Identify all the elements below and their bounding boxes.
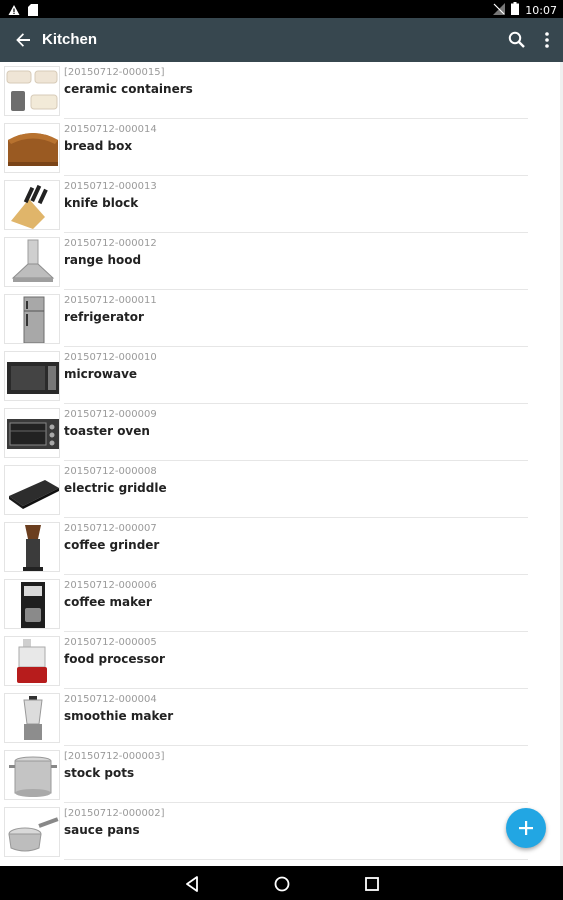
item-name: stock pots: [64, 766, 135, 780]
microwave-thumbnail: [4, 351, 60, 401]
list-item[interactable]: 20150712-000012 range hood: [0, 233, 563, 290]
recents-square-icon[interactable]: [363, 875, 381, 893]
item-code: [20150712-000015]: [64, 67, 165, 78]
list-item[interactable]: 20150712-000008 electric griddle: [0, 461, 563, 518]
item-code: 20150712-000010: [64, 352, 157, 363]
item-name: range hood: [64, 253, 142, 267]
coffee-maker-thumbnail: [4, 579, 60, 629]
back-triangle-icon[interactable]: [183, 875, 201, 893]
item-code: 20150712-000013: [64, 181, 157, 192]
electric-griddle-thumbnail: [4, 465, 60, 515]
bread-box-thumbnail: [4, 123, 60, 173]
smoothie-maker-thumbnail: [4, 693, 60, 743]
item-code: 20150712-000014: [64, 124, 157, 135]
add-item-button[interactable]: [506, 808, 546, 848]
plus-icon: [519, 821, 533, 835]
item-code: 20150712-000004: [64, 694, 157, 705]
item-code: [20150712-000002]: [64, 808, 165, 819]
list-item[interactable]: [20150712-000015] ceramic containers: [0, 62, 563, 119]
item-name: refrigerator: [64, 310, 144, 324]
status-bar: 10:07: [0, 0, 563, 18]
sauce-pan-thumbnail: [4, 807, 60, 857]
item-name: knife block: [64, 196, 139, 210]
item-code: 20150712-000008: [64, 466, 157, 477]
item-code: 20150712-000006: [64, 580, 157, 591]
list-item[interactable]: 20150712-000005 food processor: [0, 632, 563, 689]
item-code: 20150712-000007: [64, 523, 157, 534]
item-name: smoothie maker: [64, 709, 174, 723]
list-item[interactable]: [20150712-000002] sauce pans: [0, 803, 563, 860]
toaster-oven-thumbnail: [4, 408, 60, 458]
range-hood-thumbnail: [4, 237, 60, 287]
item-code: [20150712-000003]: [64, 751, 165, 762]
item-code: 20150712-000009: [64, 409, 157, 420]
status-time: 10:07: [525, 3, 557, 17]
item-code: 20150712-000005: [64, 637, 157, 648]
list-item[interactable]: 20150712-000004 smoothie maker: [0, 689, 563, 746]
app-bar: Kitchen: [0, 18, 563, 62]
list-item[interactable]: 20150712-000013 knife block: [0, 176, 563, 233]
back-arrow-icon[interactable]: [12, 29, 34, 51]
item-code: 20150712-000012: [64, 238, 157, 249]
item-name: microwave: [64, 367, 138, 381]
list-item[interactable]: 20150712-000014 bread box: [0, 119, 563, 176]
list-item[interactable]: 20150712-000006 coffee maker: [0, 575, 563, 632]
item-name: bread box: [64, 139, 133, 153]
no-signal-icon: [493, 2, 506, 18]
item-code: 20150712-000011: [64, 295, 157, 306]
list-item[interactable]: 20150712-000011 refrigerator: [0, 290, 563, 347]
coffee-grinder-thumbnail: [4, 522, 60, 572]
page-title: Kitchen: [42, 31, 98, 48]
knife-block-thumbnail: [4, 180, 60, 230]
home-circle-icon[interactable]: [273, 875, 291, 893]
item-name: toaster oven: [64, 424, 150, 438]
item-name: coffee grinder: [64, 538, 160, 552]
list-item[interactable]: 20150712-000007 coffee grinder: [0, 518, 563, 575]
stock-pot-thumbnail: [4, 750, 60, 800]
list-item[interactable]: 20150712-000010 microwave: [0, 347, 563, 404]
item-list: [20150712-000015] ceramic containers 201…: [0, 62, 563, 866]
battery-icon: [511, 2, 520, 18]
item-name: electric griddle: [64, 481, 167, 495]
refrigerator-thumbnail: [4, 294, 60, 344]
ceramic-containers-thumbnail: [4, 66, 60, 116]
item-name: coffee maker: [64, 595, 152, 609]
item-name: food processor: [64, 652, 165, 666]
list-item[interactable]: [20150712-000003] stock pots: [0, 746, 563, 803]
search-icon[interactable]: [506, 29, 528, 51]
more-vert-icon[interactable]: [538, 29, 556, 51]
navigation-bar: [0, 866, 563, 900]
list-item[interactable]: 20150712-000009 toaster oven: [0, 404, 563, 461]
food-processor-thumbnail: [4, 636, 60, 686]
divider: [64, 859, 528, 860]
item-name: ceramic containers: [64, 82, 193, 96]
item-name: sauce pans: [64, 823, 140, 837]
